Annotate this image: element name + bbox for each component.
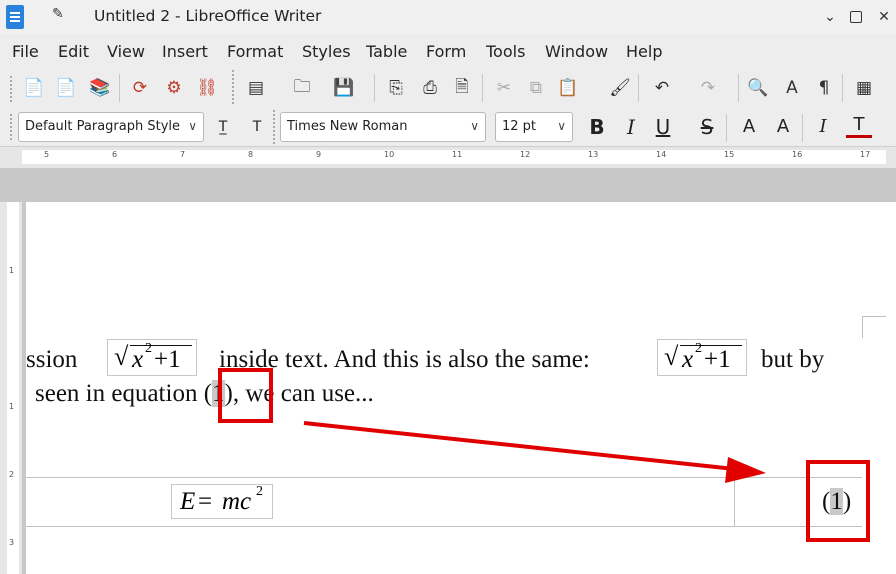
menu-bar: File Edit View Insert Format Styles Tabl… [0, 36, 896, 66]
update-style-icon[interactable]: T̲ [210, 114, 236, 140]
bold-icon[interactable]: B [584, 114, 610, 140]
ruler-label: 5 [44, 150, 50, 159]
maximize-button[interactable] [846, 7, 866, 27]
window-title: Untitled 2 - LibreOffice Writer [94, 7, 322, 25]
text-line-1-end[interactable]: but by [761, 346, 824, 374]
ruler-label: 14 [656, 150, 667, 159]
new-document-icon[interactable]: ▤ [242, 74, 270, 102]
zotero-unlink-icon[interactable]: ⛓ [193, 74, 221, 102]
clone-formatting-icon[interactable]: 🖌 [606, 74, 634, 102]
clear-formatting-icon[interactable]: I [810, 114, 836, 140]
writer-app-icon[interactable] [6, 5, 24, 29]
underline-icon[interactable]: U [650, 114, 676, 140]
save-icon[interactable]: 💾 [330, 74, 358, 102]
horizontal-ruler[interactable]: 5 6 7 8 9 10 11 12 13 14 15 16 17 [0, 146, 896, 168]
ruler-label: 16 [792, 150, 803, 159]
ruler-label: 7 [180, 150, 186, 159]
strikethrough-icon[interactable]: S [694, 114, 720, 140]
redo-icon[interactable]: ↷ [694, 74, 722, 102]
cut-icon[interactable]: ✂ [490, 74, 518, 102]
formatting-marks-icon[interactable]: ¶ [810, 74, 838, 102]
menu-window[interactable]: Window [545, 42, 608, 61]
ruler-label: 8 [248, 150, 254, 159]
copy-icon[interactable]: ⧉ [522, 74, 550, 102]
font-size-combo[interactable]: 12 pt ∨ [495, 112, 573, 142]
vertical-ruler[interactable]: 1 1 2 3 [0, 202, 22, 574]
highlight-box-equation-number [806, 460, 870, 542]
superscript-icon[interactable]: A [736, 114, 762, 140]
minimize-button[interactable]: ⌄ [820, 7, 840, 27]
print-preview-icon[interactable]: 🗎 [448, 74, 476, 102]
text-line-1-middle[interactable]: inside text. And this is also the same: [219, 346, 590, 374]
menu-styles[interactable]: Styles [302, 42, 351, 61]
font-size-value: 12 pt [502, 119, 537, 134]
zotero-insert-citation-icon[interactable]: 📄 [20, 74, 48, 102]
subscript-icon[interactable]: A [770, 114, 796, 140]
toolbar-grip[interactable] [10, 114, 14, 140]
new-style-icon[interactable]: T [244, 114, 270, 140]
title-bar: ✎ Untitled 2 - LibreOffice Writer ⌄ ✕ [0, 0, 896, 34]
toolbar-grip[interactable] [273, 110, 277, 144]
font-color-icon[interactable]: T [846, 114, 872, 138]
zotero-refresh-icon[interactable]: ⟳ [126, 74, 154, 102]
table-top-border [26, 477, 862, 478]
menu-edit[interactable]: Edit [58, 42, 89, 61]
menu-view[interactable]: View [107, 42, 145, 61]
menu-file[interactable]: File [12, 42, 39, 61]
text-boundary-corner [862, 316, 886, 338]
ruler-label: 13 [588, 150, 599, 159]
paste-icon[interactable]: 📋 [554, 74, 582, 102]
zotero-settings-icon[interactable]: ⚙ [160, 74, 188, 102]
highlight-box-reference [218, 368, 273, 423]
pin-icon[interactable]: ✎ [52, 6, 64, 22]
standard-toolbar: 📄 📄 📚 ⟳ ⚙ ⛓ ▤ 🗀 💾 ⎘ ⎙ 🗎 ✂ ⧉ 📋 🖌 ↶ ↷ 🔍 A … [0, 70, 896, 106]
spelling-icon[interactable]: A [778, 74, 806, 102]
ruler-label: 17 [860, 150, 871, 159]
ruler-label: 15 [724, 150, 735, 159]
paragraph-style-value: Default Paragraph Style [25, 119, 181, 134]
menu-form[interactable]: Form [426, 42, 466, 61]
print-icon[interactable]: ⎙ [416, 74, 444, 102]
ruler-label: 9 [316, 150, 322, 159]
text-line-2-start: seen in equation ( [35, 380, 213, 407]
menu-format[interactable]: Format [227, 42, 283, 61]
formatting-toolbar: Default Paragraph Style ∨ T̲ T Times New… [0, 110, 896, 144]
chevron-down-icon[interactable]: ∨ [557, 119, 566, 133]
open-folder-icon[interactable]: 🗀 [288, 74, 316, 102]
inline-formula-2[interactable]: √ x 2 +1 [657, 339, 747, 376]
italic-icon[interactable]: I [618, 114, 644, 140]
text-line-1-start[interactable]: ssion [26, 346, 77, 374]
menu-tools[interactable]: Tools [486, 42, 525, 61]
menu-insert[interactable]: Insert [162, 42, 208, 61]
zotero-insert-bibliography-icon[interactable]: 📄 [52, 74, 80, 102]
ruler-label: 6 [112, 150, 118, 159]
chevron-down-icon[interactable]: ∨ [188, 119, 197, 133]
ruler-label: 12 [520, 150, 531, 159]
display-formula[interactable]: E = mc 2 [171, 484, 273, 519]
paragraph-style-combo[interactable]: Default Paragraph Style ∨ [18, 112, 204, 142]
chevron-down-icon[interactable]: ∨ [470, 119, 479, 133]
ruler-label: 10 [384, 150, 395, 159]
toolbar-grip[interactable] [10, 76, 14, 102]
inline-formula-1[interactable]: √ x 2 +1 [107, 339, 197, 376]
ruler-label: 11 [452, 150, 463, 159]
find-replace-icon[interactable]: 🔍 [744, 74, 772, 102]
table-column-divider [734, 477, 735, 527]
font-name-combo[interactable]: Times New Roman ∨ [280, 112, 486, 142]
text-line-2[interactable]: seen in equation (1), we can use... [35, 380, 374, 408]
font-name-value: Times New Roman [287, 119, 408, 134]
toolbar-grip[interactable] [232, 70, 236, 104]
menu-help[interactable]: Help [626, 42, 662, 61]
menu-table[interactable]: Table [366, 42, 407, 61]
close-button[interactable]: ✕ [874, 7, 894, 27]
zotero-document-preferences-icon[interactable]: 📚 [86, 74, 114, 102]
table-bottom-border [26, 526, 862, 527]
insert-table-icon[interactable]: ▦ [850, 74, 878, 102]
export-pdf-icon[interactable]: ⎘ [382, 74, 410, 102]
undo-icon[interactable]: ↶ [648, 74, 676, 102]
